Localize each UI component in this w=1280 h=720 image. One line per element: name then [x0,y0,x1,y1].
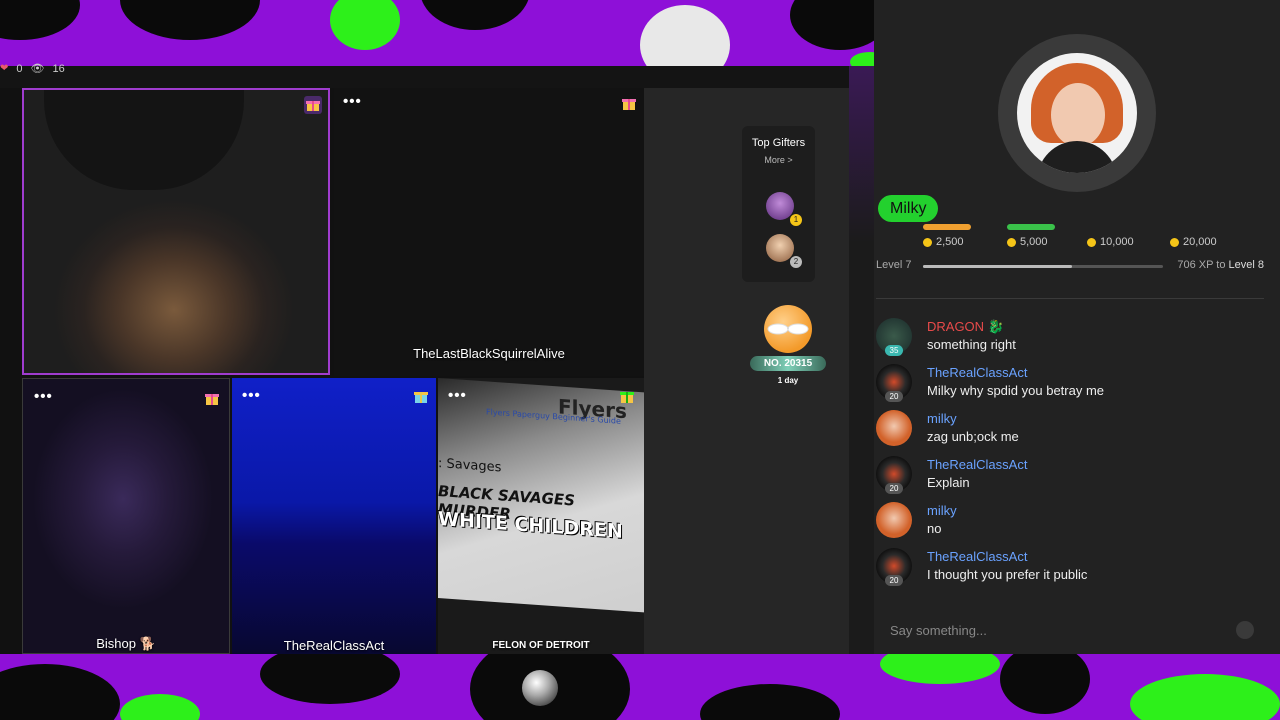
viewer-count: 16 [52,62,65,75]
sunglasses-emoji-icon [764,305,812,353]
host-name-badge: Milky [878,195,939,222]
top-gifters-panel[interactable]: Top Gifters More > 1 2 [742,126,815,282]
tier-value: 5,000 [1020,236,1048,248]
video-tile-host[interactable] [22,88,330,375]
video-tile-squirrel[interactable]: ••• TheLastBlackSquirrelAlive [334,88,644,376]
next-level: Level 8 [1228,259,1264,271]
tier-value: 20,000 [1183,236,1217,248]
participant-name: TheRealClassAct [283,638,385,653]
video-tile-classact[interactable]: ••• TheRealClassAct [232,378,436,654]
tier-value: 10,000 [1100,236,1134,248]
chat-message: 20 TheRealClassAct Milky why spdid you bet… [876,364,1266,404]
gift-icon[interactable] [304,96,322,114]
shared-screen: Flyers Flyers Paperguy Beginner's Guide … [438,378,644,613]
chat-input-placeholder: Say something... [890,623,987,638]
host-avatar[interactable] [1017,53,1137,173]
chat-text: something right [927,337,1016,352]
gifter-rank-badge: 2 [790,256,802,268]
room-stats: ❤ 0 👁 16 [0,62,65,76]
user-level-badge: 20 [885,391,903,402]
background-bottom [0,654,1280,720]
rank-badge: NO. 20315 [750,356,826,371]
rank-period: 1 day [777,376,799,385]
chat-message: 35 DRAGON 🐉 something right [876,318,1266,358]
user-level-badge: 20 [885,483,903,494]
background-top [0,0,874,66]
user-level-badge: 35 [885,345,903,356]
tier-value: 2,500 [936,236,964,248]
chat-username[interactable]: TheRealClassAct [927,549,1027,564]
level-bar [923,265,1163,268]
current-level: Level 7 [876,259,912,271]
coin-icon [1170,237,1179,247]
more-options-icon[interactable]: ••• [242,387,261,404]
chat-username[interactable]: milky [927,503,957,518]
xp-remaining: 706 XP to [1177,259,1229,271]
chat-avatar[interactable] [876,502,912,538]
gift-icon[interactable] [412,387,430,405]
chat-username[interactable]: milky [927,411,957,426]
chat-message: 20 TheRealClassAct I thought you prefer it… [876,548,1266,588]
chat-text: I thought you prefer it public [927,567,1088,582]
user-level-badge: 20 [885,575,903,586]
coin-icon [1007,237,1016,247]
chat-message: milky no [876,502,1266,542]
heart-icon: ❤ [0,63,9,74]
gifter-avatar[interactable] [766,192,794,220]
likes-count: 0 [16,62,23,75]
coin-icon [923,237,932,247]
participant-name: TheLastBlackSquirrelAlive [413,346,565,361]
gift-icon[interactable] [620,94,638,112]
participant-name: Bishop 🐕 [96,636,156,651]
disco-ball-icon [522,670,558,706]
panel-edge [849,66,874,654]
chat-message: 20 TheRealClassAct Explain [876,456,1266,496]
gift-icon[interactable] [203,389,221,407]
chat-input[interactable]: Say something... [876,612,1266,648]
video-tile-felon[interactable]: Flyers Flyers Paperguy Beginner's Guide … [438,378,644,654]
video-tile-bishop[interactable]: ••• Bishop 🐕 [22,378,230,654]
screen-text: : Savages [438,456,502,476]
more-link[interactable]: More > [742,155,815,165]
more-options-icon[interactable]: ••• [448,387,467,404]
chat-text: Milky why spdid you betray me [927,383,1105,398]
divider [876,298,1264,299]
more-options-icon[interactable]: ••• [343,93,362,110]
toolbar-strip [0,66,874,88]
level-progress: Level 7 706 XP to Level 8 [876,259,1266,271]
gifter-avatar[interactable] [766,234,794,262]
eye-icon: 👁 [30,63,45,75]
coin-icon [1087,237,1096,247]
participant-name: FELON OF DETROIT [492,640,590,651]
chat-avatar[interactable] [876,410,912,446]
chat-text: no [927,521,942,536]
top-gifters-title: Top Gifters [751,137,806,149]
gifter-rank-badge: 1 [790,214,802,226]
gift-icon[interactable] [618,387,636,405]
chat-message: milky zag unb;ock me [876,410,1266,450]
chat-text: zag unb;ock me [927,429,1019,444]
chat-username[interactable]: TheRealClassAct [927,365,1027,380]
more-options-icon[interactable]: ••• [34,388,53,405]
chat-username[interactable]: DRAGON 🐉 [927,319,1004,335]
send-icon[interactable] [1236,621,1254,639]
chat-text: Explain [927,475,970,490]
chat-username[interactable]: TheRealClassAct [927,457,1027,472]
